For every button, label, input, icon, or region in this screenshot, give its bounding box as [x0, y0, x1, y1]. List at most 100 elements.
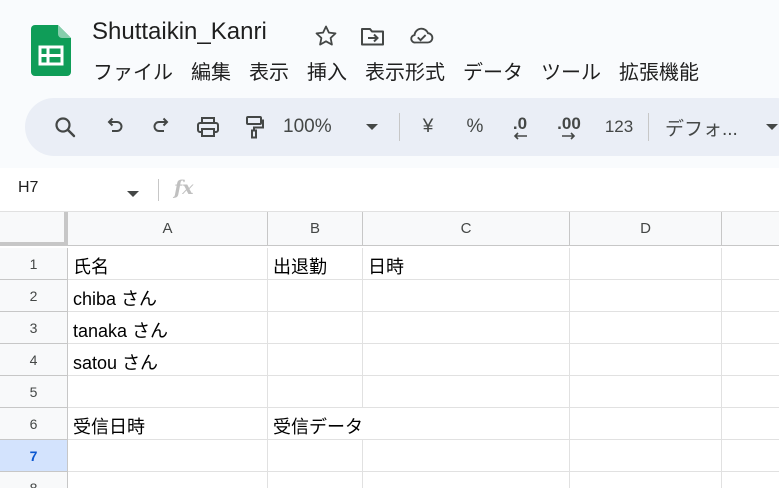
cell-d1[interactable]	[570, 248, 722, 280]
menu-bar: ファイル 編集 表示 挿入 表示形式 データ ツール 拡張機能	[84, 56, 708, 85]
column-header-e[interactable]	[722, 212, 779, 246]
cell-d8[interactable]	[570, 472, 722, 488]
cell-a3[interactable]: tanaka さん	[68, 312, 268, 344]
cell-c6[interactable]	[363, 408, 570, 440]
cell-b2[interactable]	[268, 280, 363, 312]
cloud-saved-icon[interactable]	[408, 24, 434, 48]
cell-e4[interactable]	[722, 344, 779, 376]
toolbar-divider	[648, 113, 649, 141]
cell-e2[interactable]	[722, 280, 779, 312]
cell-c8[interactable]	[363, 472, 570, 488]
column-header-c[interactable]: C	[363, 212, 570, 246]
menu-extensions[interactable]: 拡張機能	[610, 56, 708, 85]
menu-format[interactable]: 表示形式	[356, 56, 454, 85]
cell-d5[interactable]	[570, 376, 722, 408]
cell-a1[interactable]: 氏名	[68, 248, 268, 280]
number-format-label: 123	[604, 117, 634, 136]
cell-c3[interactable]	[363, 312, 570, 344]
font-family-value: デフォ...	[665, 118, 738, 140]
more-formats-button[interactable]: 123	[599, 98, 639, 156]
cell-a4[interactable]: satou さん	[68, 344, 268, 376]
cell-e6[interactable]	[722, 408, 779, 440]
cell-a6[interactable]: 受信日時	[68, 408, 268, 440]
document-title[interactable]: Shuttaikin_Kanri	[92, 18, 267, 46]
cell-c4[interactable]	[363, 344, 570, 376]
percent-format-button[interactable]: %	[459, 98, 491, 156]
cell-e1[interactable]	[722, 248, 779, 280]
cell-c7[interactable]	[363, 440, 570, 472]
cell-b5[interactable]	[268, 376, 363, 408]
decrease-decimal-button[interactable]: .0	[503, 98, 537, 156]
column-header-b[interactable]: B	[268, 212, 363, 246]
percent-label: %	[466, 116, 484, 137]
zoom-dropdown-icon[interactable]	[360, 98, 384, 156]
cell-a7[interactable]	[68, 440, 268, 472]
zoom-value: 100%	[283, 116, 332, 137]
sheets-logo[interactable]	[31, 25, 71, 76]
cell-b6[interactable]: 受信データ	[268, 408, 363, 440]
print-icon[interactable]	[188, 98, 228, 156]
cell-e3[interactable]	[722, 312, 779, 344]
menu-insert[interactable]: 挿入	[298, 56, 356, 85]
zoom-select[interactable]: 100%	[283, 98, 353, 156]
cell-d2[interactable]	[570, 280, 722, 312]
row-header-8[interactable]: 8	[0, 472, 68, 488]
cell-c2[interactable]	[363, 280, 570, 312]
toolbar: 100% ¥ % .0 .00 123 デフォ...	[25, 98, 779, 156]
row-header-5[interactable]: 5	[0, 376, 68, 408]
decrease-decimal-label: .0	[512, 114, 528, 133]
row-header-2[interactable]: 2	[0, 280, 68, 312]
paint-format-icon[interactable]	[235, 98, 275, 156]
row-header-4[interactable]: 4	[0, 344, 68, 376]
cell-e7[interactable]	[722, 440, 779, 472]
menu-file[interactable]: ファイル	[84, 56, 182, 85]
column-header-a[interactable]: A	[68, 212, 268, 246]
menu-tools[interactable]: ツール	[532, 56, 610, 85]
column-header-d[interactable]: D	[570, 212, 722, 246]
formula-bar-divider	[158, 179, 159, 201]
increase-decimal-button[interactable]: .00	[551, 98, 587, 156]
formula-input[interactable]	[210, 174, 770, 206]
currency-format-button[interactable]: ¥	[413, 98, 443, 156]
cell-b8[interactable]	[268, 472, 363, 488]
redo-icon[interactable]	[141, 98, 181, 156]
select-all-corner[interactable]	[0, 212, 68, 246]
cell-b7[interactable]	[268, 440, 363, 472]
name-box[interactable]: H7	[18, 179, 38, 197]
font-family-select[interactable]: デフォ...	[665, 98, 755, 156]
font-dropdown-icon[interactable]	[762, 98, 779, 156]
cell-e8[interactable]	[722, 472, 779, 488]
cell-c1[interactable]: 日時	[363, 248, 570, 280]
cell-e5[interactable]	[722, 376, 779, 408]
arrow-left-icon	[513, 132, 527, 140]
toolbar-divider	[399, 113, 400, 141]
cell-b3[interactable]	[268, 312, 363, 344]
cell-a8[interactable]	[68, 472, 268, 488]
name-box-dropdown-icon[interactable]	[126, 185, 140, 203]
cell-b1[interactable]: 出退勤	[268, 248, 363, 280]
spreadsheet-grid: A B C D 1 氏名 出退勤 日時 2 chiba さん 3 tanaka …	[0, 212, 779, 488]
undo-icon[interactable]	[95, 98, 135, 156]
cell-a2[interactable]: chiba さん	[68, 280, 268, 312]
formula-bar: H7 fx	[0, 168, 779, 212]
increase-decimal-label: .00	[557, 114, 581, 133]
cell-d3[interactable]	[570, 312, 722, 344]
cell-b4[interactable]	[268, 344, 363, 376]
cell-d6[interactable]	[570, 408, 722, 440]
row-header-6[interactable]: 6	[0, 408, 68, 440]
search-menus-icon[interactable]	[45, 98, 85, 156]
star-icon[interactable]	[313, 24, 339, 48]
menu-data[interactable]: データ	[454, 56, 532, 85]
menu-edit[interactable]: 編集	[182, 56, 240, 85]
cell-c5[interactable]	[363, 376, 570, 408]
cell-a5[interactable]	[68, 376, 268, 408]
move-to-folder-icon[interactable]	[360, 24, 386, 48]
cell-d4[interactable]	[570, 344, 722, 376]
row-header-1[interactable]: 1	[0, 248, 68, 280]
cell-d7[interactable]	[570, 440, 722, 472]
menu-view[interactable]: 表示	[240, 56, 298, 85]
row-header-3[interactable]: 3	[0, 312, 68, 344]
row-header-7[interactable]: 7	[0, 440, 68, 472]
currency-label: ¥	[422, 116, 434, 137]
fx-icon: fx	[174, 177, 194, 199]
